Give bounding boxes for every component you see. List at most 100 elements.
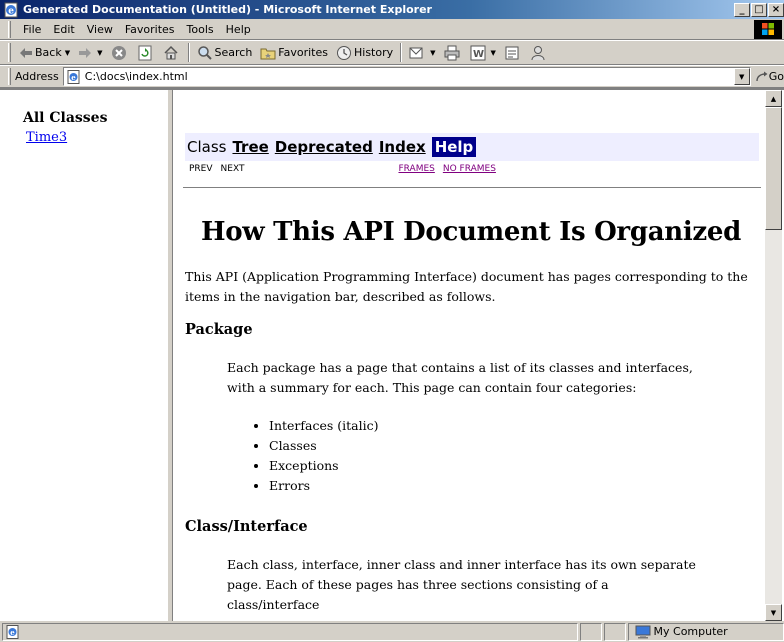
title-bar[interactable]: e Generated Documentation (Untitled) - M… bbox=[0, 0, 784, 19]
svg-text:e: e bbox=[71, 72, 76, 81]
list-item: Errors bbox=[269, 476, 757, 496]
page-title: How This API Document Is Organized bbox=[200, 217, 742, 247]
list-item: Exceptions bbox=[269, 456, 757, 476]
address-input[interactable]: e C:\docs\index.html ▼ bbox=[62, 67, 751, 86]
go-label: Go bbox=[768, 70, 784, 83]
address-dropdown-icon[interactable]: ▼ bbox=[733, 68, 750, 85]
mail-icon bbox=[409, 47, 423, 58]
my-computer-icon bbox=[635, 625, 651, 638]
package-description: Each package has a page that contains a … bbox=[227, 360, 693, 395]
search-label: Search bbox=[214, 46, 253, 59]
menu-file[interactable]: File bbox=[17, 23, 47, 36]
minimize-button[interactable]: _ bbox=[734, 2, 750, 17]
status-main-panel: e bbox=[2, 622, 579, 641]
svg-text:W: W bbox=[473, 49, 484, 60]
security-zone-panel: My Computer bbox=[627, 622, 784, 641]
classes-frame: All Classes Time3 bbox=[10, 110, 160, 621]
edit-button[interactable]: W ▼ bbox=[466, 42, 500, 64]
maximize-button[interactable]: □ bbox=[751, 2, 767, 17]
stop-icon bbox=[111, 45, 126, 60]
back-dropdown-icon[interactable]: ▼ bbox=[65, 49, 70, 57]
windows-logo-icon bbox=[754, 19, 782, 39]
nav-index[interactable]: Index bbox=[379, 138, 426, 156]
nav-help: Help bbox=[431, 137, 477, 157]
vertical-scrollbar[interactable]: ▲ ▼ bbox=[765, 90, 782, 621]
status-bar: e My Computer bbox=[0, 621, 784, 642]
status-panel bbox=[603, 622, 626, 641]
package-category-list: Interfaces (italic) Classes Exceptions E… bbox=[269, 416, 757, 496]
history-icon bbox=[337, 45, 351, 60]
back-arrow-icon bbox=[20, 47, 32, 58]
intro-paragraph: This API (Application Programming Interf… bbox=[185, 269, 748, 304]
class-interface-description: Each class, interface, inner class and i… bbox=[227, 557, 696, 612]
class-link-time3[interactable]: Time3 bbox=[26, 130, 67, 145]
address-grip[interactable] bbox=[8, 68, 11, 85]
mail-dropdown-icon[interactable]: ▼ bbox=[430, 49, 435, 57]
history-label: History bbox=[354, 46, 394, 59]
scroll-down-icon[interactable]: ▼ bbox=[765, 604, 782, 621]
mail-button[interactable]: ▼ bbox=[405, 42, 439, 64]
prev-label: PREV bbox=[189, 164, 213, 174]
go-button[interactable]: Go bbox=[755, 70, 784, 83]
forward-button[interactable]: ▼ bbox=[74, 42, 106, 64]
back-label: Back bbox=[35, 46, 62, 59]
scroll-thumb[interactable] bbox=[765, 107, 782, 230]
document-body: How This API Document Is Organized This … bbox=[185, 217, 757, 615]
list-item: Interfaces (italic) bbox=[269, 416, 757, 436]
class-interface-heading: Class/Interface bbox=[185, 518, 308, 535]
main-frame: Class Tree Deprecated Index Help PREV NE… bbox=[173, 90, 765, 621]
sub-navigation: PREV NEXT FRAMES NO FRAMES bbox=[189, 161, 759, 177]
svg-text:e: e bbox=[8, 6, 14, 16]
close-button[interactable]: × bbox=[768, 2, 784, 17]
menu-favorites[interactable]: Favorites bbox=[119, 23, 181, 36]
favorites-button[interactable]: Favorites bbox=[256, 42, 332, 64]
address-label: Address bbox=[14, 70, 59, 83]
refresh-button[interactable] bbox=[133, 42, 159, 64]
go-arrow-icon bbox=[756, 71, 768, 81]
list-item: Classes bbox=[269, 436, 757, 456]
forward-arrow-icon bbox=[79, 47, 92, 58]
stop-button[interactable] bbox=[107, 42, 133, 64]
scroll-up-icon[interactable]: ▲ bbox=[765, 90, 782, 107]
zone-label: My Computer bbox=[653, 625, 728, 638]
menu-bar: File Edit View Favorites Tools Help bbox=[0, 19, 784, 40]
next-label: NEXT bbox=[220, 164, 245, 174]
history-button[interactable]: History bbox=[332, 42, 397, 64]
ie-page-icon: e bbox=[4, 2, 18, 17]
nav-tree[interactable]: Tree bbox=[232, 138, 268, 156]
navigation-bar: Class Tree Deprecated Index Help bbox=[185, 133, 759, 161]
svg-text:e: e bbox=[10, 627, 15, 636]
home-icon bbox=[163, 45, 178, 59]
favorites-label: Favorites bbox=[278, 46, 328, 59]
status-panel bbox=[580, 622, 602, 641]
print-button[interactable] bbox=[440, 42, 466, 64]
nav-class: Class bbox=[187, 138, 227, 156]
toolbar-grip[interactable] bbox=[8, 43, 11, 62]
messenger-button[interactable] bbox=[526, 42, 552, 64]
discuss-icon bbox=[505, 46, 519, 59]
menu-tools[interactable]: Tools bbox=[181, 23, 220, 36]
address-value[interactable]: C:\docs\index.html bbox=[85, 70, 734, 83]
divider bbox=[183, 187, 761, 189]
search-button[interactable]: Search bbox=[193, 42, 257, 64]
menu-grip[interactable] bbox=[8, 20, 11, 38]
window-title: Generated Documentation (Untitled) - Mic… bbox=[23, 3, 432, 16]
all-classes-heading: All Classes bbox=[23, 110, 108, 126]
no-frames-link[interactable]: NO FRAMES bbox=[443, 164, 496, 174]
package-heading: Package bbox=[185, 321, 253, 338]
nav-deprecated[interactable]: Deprecated bbox=[275, 138, 373, 156]
frames-link[interactable]: FRAMES bbox=[398, 164, 434, 174]
print-icon bbox=[444, 45, 460, 60]
refresh-icon bbox=[138, 45, 151, 60]
word-edit-icon: W bbox=[470, 45, 486, 60]
menu-edit[interactable]: Edit bbox=[47, 23, 80, 36]
menu-help[interactable]: Help bbox=[220, 23, 257, 36]
messenger-icon bbox=[531, 45, 545, 60]
forward-dropdown-icon[interactable]: ▼ bbox=[97, 49, 102, 57]
discuss-button[interactable] bbox=[500, 42, 526, 64]
menu-view[interactable]: View bbox=[81, 23, 119, 36]
edit-dropdown-icon[interactable]: ▼ bbox=[491, 49, 496, 57]
browser-content: All Classes Time3 Class Tree Deprecated … bbox=[0, 88, 784, 621]
home-button[interactable] bbox=[159, 42, 185, 64]
back-button[interactable]: Back ▼ bbox=[15, 42, 74, 64]
